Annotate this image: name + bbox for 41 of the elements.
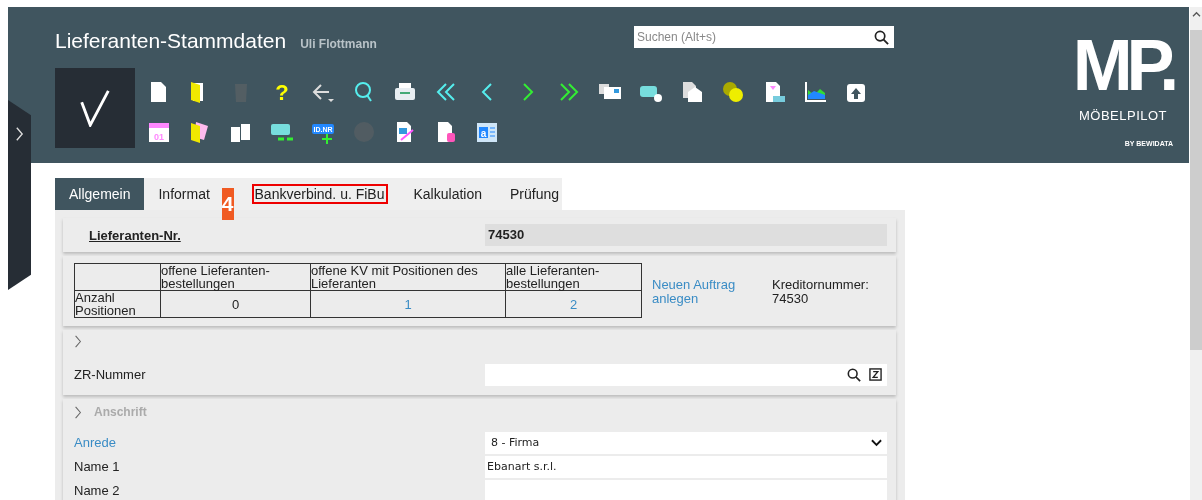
- expand-icon: [15, 126, 24, 142]
- coins-icon[interactable]: [721, 80, 745, 104]
- z-box-icon[interactable]: [869, 368, 882, 381]
- tab[interactable]: Prüfung: [496, 180, 574, 208]
- scrollbar[interactable]: [1190, 7, 1202, 500]
- logo-mark: MP.: [1072, 27, 1174, 103]
- creditor-label: Kreditornummer:: [772, 278, 869, 292]
- dropdown-icon: [871, 438, 882, 447]
- table-header-cell: offene KV mit Positionen des Lieferanten: [310, 263, 506, 291]
- area-chart-icon[interactable]: [803, 80, 827, 104]
- field-label: Name 1: [74, 459, 121, 474]
- step-marker: 4: [221, 188, 234, 220]
- expand-icon[interactable]: [74, 405, 82, 419]
- page-title: Lieferanten-Stammdaten: [55, 29, 287, 53]
- creditor-number: 74530: [772, 292, 810, 306]
- input-field[interactable]: [485, 363, 887, 386]
- select-field[interactable]: 8 - Firma: [485, 431, 887, 454]
- help-icon[interactable]: ?: [270, 80, 294, 104]
- expand-icon[interactable]: [74, 335, 82, 348]
- documents-icon[interactable]: [680, 80, 704, 104]
- table-header-cell: alle Lieferanten-bestellungen: [505, 263, 642, 291]
- tab[interactable]: Kalkulation: [399, 180, 496, 208]
- tab[interactable]: Allgemein: [55, 178, 145, 210]
- readonly-field: 74530: [485, 224, 887, 246]
- field-label: ZR-Nummer: [74, 367, 147, 382]
- scrollbar-thumb[interactable]: [1190, 30, 1202, 350]
- table-row-header: Anzahl Positionen: [74, 290, 161, 318]
- field-label: Name 2: [74, 483, 121, 498]
- search-field[interactable]: Suchen (Alt+s): [634, 26, 894, 48]
- tab[interactable]: Bankverbind. u. FiBu: [251, 184, 388, 204]
- table-header-cell: offene Lieferanten-bestellungen: [160, 263, 311, 291]
- table-cell: 0: [160, 290, 311, 318]
- user-name: Uli Flottmann: [300, 37, 377, 51]
- search-icon: [874, 29, 889, 45]
- search-icon[interactable]: [847, 367, 861, 382]
- input-field[interactable]: Ebanart s.r.l.: [485, 455, 887, 478]
- field-label: Lieferanten-Nr.: [89, 227, 182, 243]
- scroll-up-icon[interactable]: [1191, 11, 1201, 18]
- logo-name: MÖBELPILOT: [1078, 108, 1168, 123]
- section-title: Anschrift: [94, 405, 147, 419]
- confirm-button[interactable]: [55, 68, 135, 148]
